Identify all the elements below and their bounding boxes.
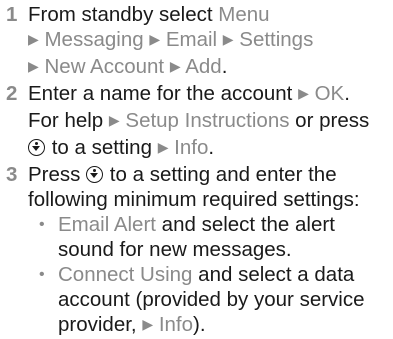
punctuation: . xyxy=(208,136,215,159)
arrow-icon: ▶ xyxy=(28,31,39,47)
step-3-line-2: following minimum required settings: xyxy=(28,188,360,211)
settings-list: • Email Alert and select the alert sound… xyxy=(28,212,393,339)
arrow-icon: ▶ xyxy=(142,316,154,332)
bullet-line-3: provider, ▶ Info). xyxy=(58,312,393,339)
add-term: Add xyxy=(185,55,222,78)
step-1: 1 From standby select Menu ▶ Messaging ▶… xyxy=(6,2,393,81)
arrow-icon: ▶ xyxy=(298,85,309,101)
info-term: Info xyxy=(158,313,194,336)
connect-using-term: Connect Using xyxy=(58,263,193,286)
new-account-term: New Account xyxy=(44,55,165,78)
arrow-icon: ▶ xyxy=(157,139,169,155)
step-3: 3 Press to a setting and enter the follo… xyxy=(6,162,393,339)
list-item: • Email Alert and select the alert sound… xyxy=(28,212,393,262)
step-text: Press xyxy=(28,163,87,186)
email-alert-term: Email Alert xyxy=(58,213,156,236)
bullet-text: provider, xyxy=(58,313,143,336)
step-text: to a setting and enter the xyxy=(104,163,337,186)
step-2-line-3: to a setting ▶ Info. xyxy=(28,135,393,162)
navigation-key-down-icon xyxy=(86,166,104,183)
step-text: or press xyxy=(289,109,370,132)
punctuation: . xyxy=(344,82,350,105)
punctuation: . xyxy=(221,55,228,78)
bullet-line-2: sound for new messages. xyxy=(58,238,292,261)
step-2: 2 Enter a name for the account ▶ OK. For… xyxy=(6,81,393,162)
bullet-line-1: Connect Using and select a data xyxy=(58,262,393,287)
bullet-line-1: Email Alert and select the alert xyxy=(58,212,393,237)
step-number: 2 xyxy=(6,82,18,105)
bullet-text: and select the alert xyxy=(155,213,335,236)
step-1-line-1: From standby select Menu xyxy=(28,2,393,27)
setup-instructions-term: Setup Instructions xyxy=(125,109,290,132)
step-text: For help xyxy=(28,109,109,132)
punctuation: ). xyxy=(193,313,206,336)
navigation-key-down-icon xyxy=(28,139,45,156)
list-item: • Connect Using and select a data accoun… xyxy=(28,262,393,339)
ok-term: OK xyxy=(314,82,345,105)
info-term: Info xyxy=(174,136,209,159)
messaging-term: Messaging xyxy=(44,28,144,51)
step-2-line-2: For help ▶ Setup Instructions or press xyxy=(28,108,393,135)
step-number: 1 xyxy=(6,3,18,26)
arrow-icon: ▶ xyxy=(222,31,234,47)
bullet-icon: • xyxy=(39,266,45,283)
arrow-icon: ▶ xyxy=(169,58,181,74)
bullet-line-2: account (provided by your service xyxy=(58,288,365,311)
bullet-text: and select a data xyxy=(192,263,355,286)
step-1-line-2: ▶ Messaging ▶ Email ▶ Settings xyxy=(28,27,393,54)
arrow-icon: ▶ xyxy=(28,58,39,74)
bullet-icon: • xyxy=(39,216,45,233)
step-1-line-3: ▶ New Account ▶ Add. xyxy=(28,54,393,81)
arrow-icon: ▶ xyxy=(149,31,161,47)
email-term: Email xyxy=(165,28,218,51)
instruction-document: 1 From standby select Menu ▶ Messaging ▶… xyxy=(0,0,393,336)
step-text: Enter a name for the account xyxy=(28,82,299,105)
step-text: to a setting xyxy=(46,136,158,159)
arrow-icon: ▶ xyxy=(108,112,120,128)
step-number: 3 xyxy=(6,163,18,186)
step-2-line-1: Enter a name for the account ▶ OK. xyxy=(28,81,393,108)
menu-term: Menu xyxy=(218,3,270,26)
step-text: From standby select xyxy=(28,3,219,26)
settings-term: Settings xyxy=(239,28,314,51)
step-3-line-1: Press to a setting and enter the xyxy=(28,162,393,187)
